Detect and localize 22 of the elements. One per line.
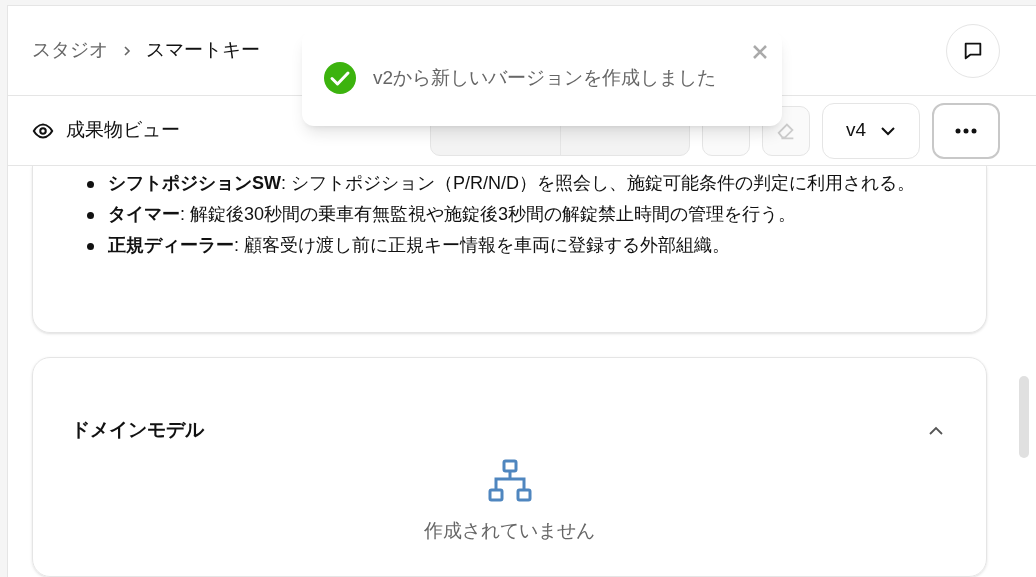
breadcrumb-item[interactable]: スマートキー: [146, 36, 260, 65]
close-icon: [752, 44, 768, 60]
view-title: 成果物ビュー: [66, 118, 180, 143]
empty-message: 作成されていません: [424, 518, 595, 543]
success-check-icon: [323, 61, 357, 95]
version-select[interactable]: v4: [822, 102, 920, 159]
section-title: ドメインモデル: [71, 418, 204, 443]
breadcrumb-item[interactable]: スタジオ: [32, 36, 108, 65]
bullet-icon: [87, 243, 94, 250]
glossary-entry: 正規ディーラー: 顧客受け渡し前に正規キー情報を車両に登録する外部組織。: [108, 234, 730, 257]
chevron-right-icon: [122, 44, 132, 57]
bullet-icon: [87, 212, 94, 219]
bullet-icon: [87, 181, 94, 188]
glossary-entry: シフトポジションSW: シフトポジション（P/R/N/D）を照会し、施錠可能条件の判定に利用される。: [108, 172, 915, 195]
chevron-down-icon: [880, 125, 897, 136]
scrollbar-thumb[interactable]: [1018, 376, 1029, 458]
toast-message: v2から新しいバージョンを作成しました: [373, 65, 717, 90]
glossary-entry: タイマー: 解錠後30秒間の乗車有無監視や施錠後3秒間の解錠禁止時間の管理を行う。: [108, 203, 797, 226]
more-icon: [955, 127, 977, 134]
more-button[interactable]: [932, 102, 1000, 159]
hierarchy-icon: [487, 458, 532, 503]
chat-button[interactable]: [946, 23, 1000, 78]
